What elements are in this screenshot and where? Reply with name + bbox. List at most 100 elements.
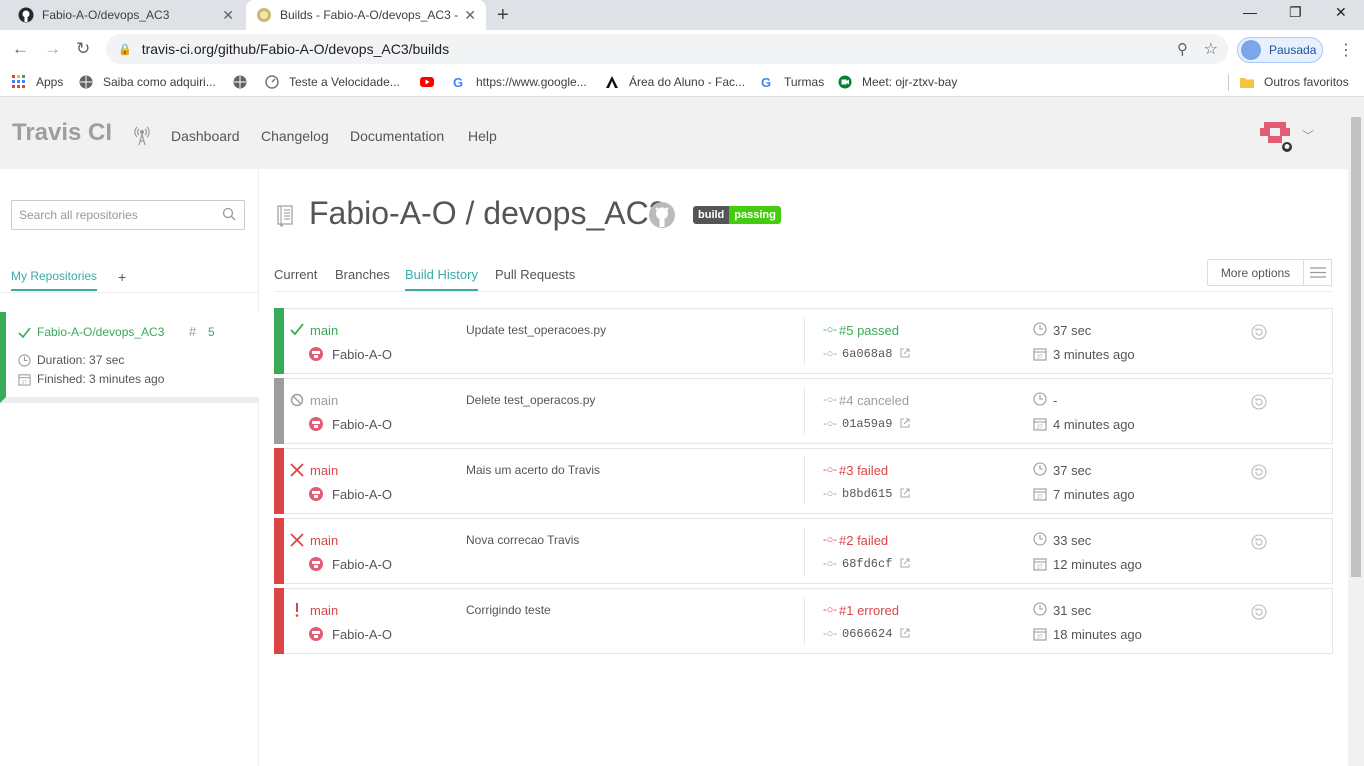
nav-dashboard[interactable]: Dashboard: [171, 128, 240, 144]
external-link-icon[interactable]: [900, 488, 910, 498]
commit-sha-link[interactable]: b8bd615: [842, 487, 892, 501]
forward-icon[interactable]: →: [44, 39, 61, 59]
svg-text:G: G: [761, 75, 771, 89]
bookmark-speedtest[interactable]: Teste a Velocidade...: [265, 75, 400, 89]
commit-sha-link[interactable]: 01a59a9: [842, 417, 892, 431]
bookmark-star-icon[interactable]: ☆: [1204, 39, 1218, 59]
new-tab-button[interactable]: +: [497, 4, 509, 27]
column-divider: [804, 527, 805, 575]
search-input[interactable]: Search all repositories: [11, 200, 245, 230]
branch-link[interactable]: main: [310, 463, 338, 478]
restart-build-icon[interactable]: [1251, 324, 1267, 340]
bookmark-youtube[interactable]: [420, 75, 444, 89]
commit-sha-link[interactable]: 68fd6cf: [842, 557, 892, 571]
bookmark-turmas[interactable]: G Turmas: [760, 75, 824, 89]
external-link-icon[interactable]: [900, 418, 910, 428]
branch-link[interactable]: main: [310, 603, 338, 618]
profile-button[interactable]: Pausada: [1237, 37, 1323, 63]
bookmark-saiba[interactable]: Saiba como adquiri...: [79, 75, 216, 89]
back-icon[interactable]: ←: [12, 39, 29, 59]
more-options-button[interactable]: More options: [1207, 259, 1304, 286]
commit-sha-link[interactable]: 6a068a8: [842, 347, 892, 361]
sidebar-repo-card[interactable]: Fabio-A-O/devops_AC3 # 5 Duration: 37 se…: [0, 312, 259, 403]
browser-tab-github[interactable]: Fabio-A-O/devops_AC3 ✕: [8, 0, 244, 30]
build-number-link[interactable]: #3 failed: [839, 463, 888, 478]
build-row[interactable]: main Fabio-A-O Nova correcao Travis -○- #2 f…: [274, 518, 1333, 584]
restart-build-icon[interactable]: [1251, 534, 1267, 550]
commit-message[interactable]: Mais um acerto do Travis: [466, 463, 600, 477]
build-number-link[interactable]: #1 errored: [839, 603, 899, 618]
github-icon[interactable]: [648, 201, 676, 229]
branch-link[interactable]: main: [310, 323, 338, 338]
close-tab-icon[interactable]: ✕: [222, 7, 234, 24]
zoom-icon[interactable]: ⚲: [1177, 40, 1188, 58]
tab-build-history[interactable]: Build History: [405, 267, 478, 291]
scrollbar-thumb[interactable]: [1351, 117, 1361, 577]
nav-documentation[interactable]: Documentation: [350, 128, 444, 144]
build-number-link[interactable]: #5 passed: [839, 323, 899, 338]
repo-tabs: Current Branches Build History Pull Requ…: [274, 255, 1332, 292]
close-window-button[interactable]: ✕: [1335, 4, 1347, 21]
sidebar-repo-name[interactable]: Fabio-A-O/devops_AC3: [18, 325, 164, 339]
calendar-icon: 27: [18, 373, 31, 386]
external-link-icon[interactable]: [900, 628, 910, 638]
build-number-link[interactable]: #2 failed: [839, 533, 888, 548]
commit-sha-link[interactable]: 0666624: [842, 627, 892, 641]
apps-grid-icon: [12, 75, 25, 88]
build-row[interactable]: main Fabio-A-O Delete test_operacos.py -○- #…: [274, 378, 1333, 444]
build-number[interactable]: 5: [208, 325, 215, 339]
address-bar[interactable]: 🔒 travis-ci.org/github/Fabio-A-O/devops_…: [106, 34, 1228, 64]
bookmark-meet[interactable]: Meet: ojr-ztxv-bay: [838, 75, 957, 89]
build-row[interactable]: main Fabio-A-O Mais um acerto do Travis -○-…: [274, 448, 1333, 514]
broadcast-antenna-icon[interactable]: [132, 124, 152, 146]
minimize-button[interactable]: —: [1243, 4, 1257, 20]
commit-node-icon: -○-: [823, 394, 837, 406]
add-repository-button[interactable]: +: [118, 269, 126, 285]
tab-branches[interactable]: Branches: [335, 267, 390, 282]
branch-link[interactable]: main: [310, 393, 338, 408]
bookmark-outros-favoritos[interactable]: Outros favoritos: [1240, 75, 1349, 89]
travis-logo[interactable]: Travis CI: [12, 119, 112, 147]
travis-favicon-icon: [257, 8, 271, 22]
user-avatar[interactable]: [1258, 118, 1292, 152]
build-finished-ago: 12 minutes ago: [1053, 557, 1142, 572]
build-status-badge[interactable]: build passing: [693, 206, 781, 224]
bookmark-apps[interactable]: Apps: [12, 75, 63, 89]
folder-icon: [1240, 78, 1254, 88]
chevron-down-icon[interactable]: ﹀: [1302, 127, 1314, 144]
bookmark-area-do-aluno[interactable]: Área do Aluno - Fac...: [605, 75, 745, 89]
page-scrollbar[interactable]: [1348, 97, 1364, 766]
sidebar: Search all repositories My Repositories …: [0, 169, 259, 766]
build-finished-ago: 4 minutes ago: [1053, 417, 1135, 432]
hamburger-menu-icon[interactable]: [1303, 259, 1332, 286]
google-icon: G: [761, 75, 771, 89]
commit-message[interactable]: Update test_operacoes.py: [466, 323, 606, 337]
build-row[interactable]: main Fabio-A-O Corrigindo teste -○- #1 error…: [274, 588, 1333, 654]
tab-current[interactable]: Current: [274, 267, 317, 282]
branch-link[interactable]: main: [310, 533, 338, 548]
external-link-icon[interactable]: [900, 558, 910, 568]
tab-my-repositories[interactable]: My Repositories: [11, 269, 98, 291]
tab-pull-requests[interactable]: Pull Requests: [495, 267, 575, 282]
restart-build-icon[interactable]: [1251, 604, 1267, 620]
commit-node-icon: -○-: [823, 558, 837, 570]
close-tab-icon[interactable]: ✕: [464, 7, 476, 24]
commit-message[interactable]: Delete test_operacos.py: [466, 393, 595, 407]
bookmark-globe[interactable]: [233, 75, 257, 89]
browser-menu-icon[interactable]: ⋮: [1338, 40, 1354, 60]
build-number-link[interactable]: #4 canceled: [839, 393, 909, 408]
reload-icon[interactable]: ↻: [76, 39, 90, 59]
nav-changelog[interactable]: Changelog: [261, 128, 329, 144]
build-row[interactable]: main Fabio-A-O Update test_operacoes.py -○-…: [274, 308, 1333, 374]
bookmark-google[interactable]: G https://www.google...: [452, 75, 587, 89]
browser-tab-travis[interactable]: Builds - Fabio-A-O/devops_AC3 - ✕: [246, 0, 486, 30]
restart-build-icon[interactable]: [1251, 394, 1267, 410]
build-finished-ago: 18 minutes ago: [1053, 627, 1142, 642]
passed-status-icon: [290, 323, 304, 336]
commit-message[interactable]: Nova correcao Travis: [466, 533, 579, 547]
nav-help[interactable]: Help: [468, 128, 497, 144]
commit-message[interactable]: Corrigindo teste: [466, 603, 551, 617]
restart-build-icon[interactable]: [1251, 464, 1267, 480]
external-link-icon[interactable]: [900, 348, 910, 358]
restore-button[interactable]: ❐: [1289, 4, 1302, 21]
